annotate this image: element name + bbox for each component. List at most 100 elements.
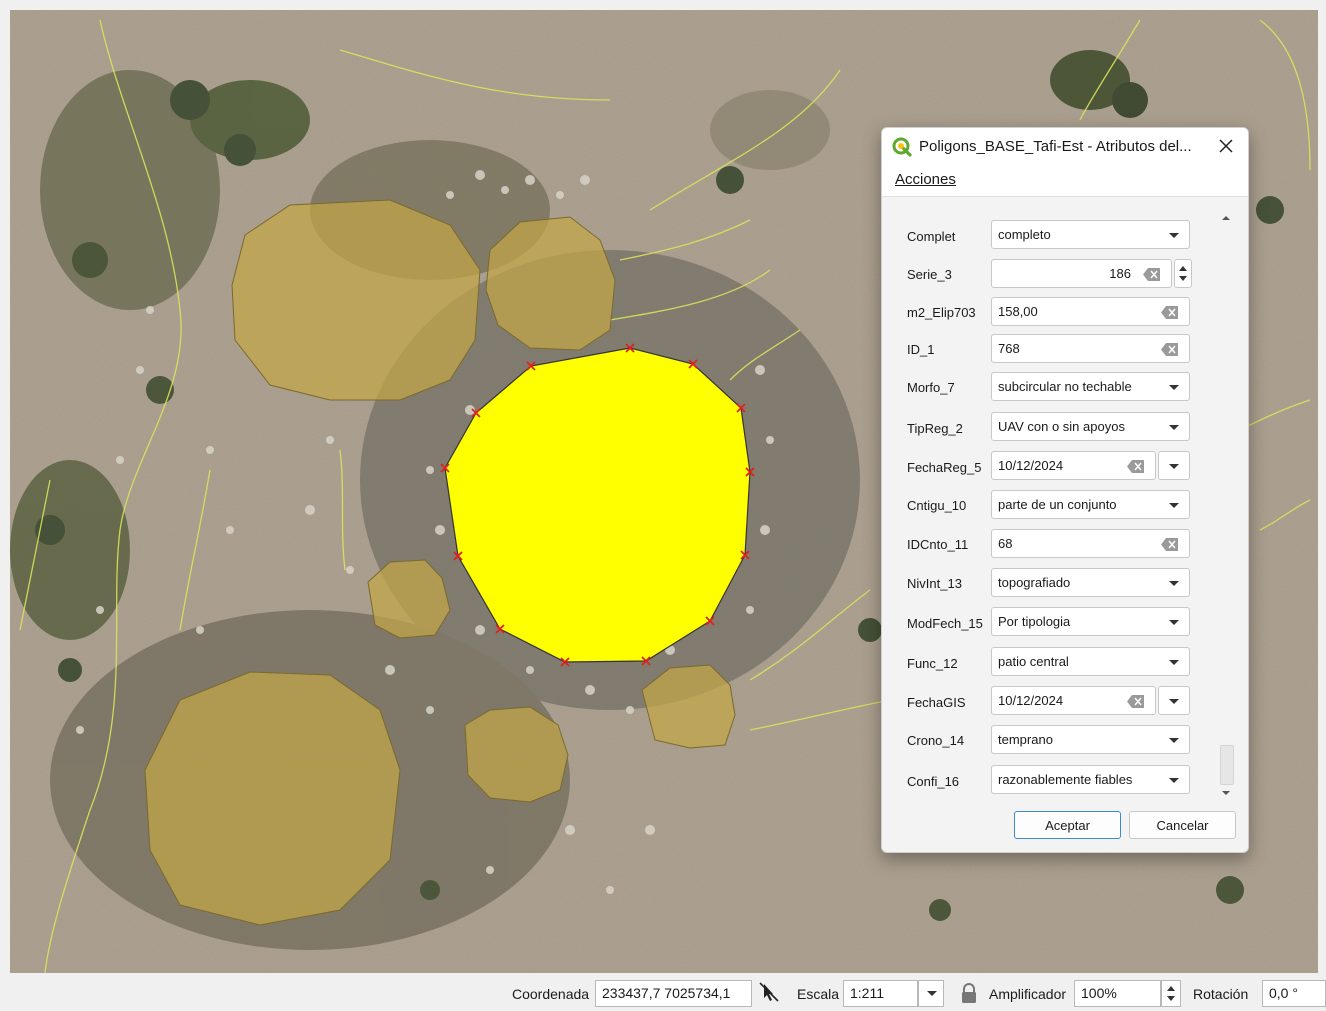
field-value: 186 [1109,266,1131,281]
scale-field[interactable]: 1:211 [843,980,918,1007]
field-value: 68 [998,536,1013,551]
magnifier-field[interactable]: 100% [1074,980,1161,1007]
field-value: 10/12/2024 [998,693,1064,708]
menu-acciones[interactable]: Acciones [895,171,956,188]
m2-elip-input[interactable]: 158,00 [991,297,1190,326]
attribute-dialog[interactable]: Poligons_BASE_Tafi-Est - Atributos del..… [881,127,1249,853]
chevron-down-icon [1169,699,1179,704]
tipreg-combo[interactable]: UAV con o sin apoyos [991,412,1190,441]
ok-button[interactable]: Aceptar [1014,811,1121,839]
idcnto-input[interactable]: 68 [991,529,1190,558]
clear-icon[interactable] [1161,538,1179,551]
status-bar: Coordenada 233437,7 7025734,1 Escala 1:2… [0,973,1326,1011]
field-value: patio central [998,654,1069,669]
complet-combo[interactable]: completo [991,220,1190,249]
scale-dropdown[interactable] [918,980,944,1007]
field-value: parte de un conjunto [998,497,1117,512]
magnifier-label: Amplificador [989,986,1067,1002]
scale-label: Escala [797,986,840,1002]
chevron-down-icon [1169,233,1179,238]
chevron-down-icon [1169,581,1179,586]
field-value: completo [998,227,1051,242]
field-value: topografiado [998,575,1071,590]
field-value: 10/12/2024 [998,458,1064,473]
serie-spinbox[interactable]: 186 [991,259,1172,288]
dialog-titlebar[interactable]: Poligons_BASE_Tafi-Est - Atributos del..… [882,128,1248,166]
lock-icon[interactable] [960,982,978,1004]
field-label: ID_1 [907,342,935,357]
field-value: 158,00 [998,304,1038,319]
polygon-1[interactable] [231,199,481,401]
confi-combo[interactable]: razonablemente fiables [991,765,1190,794]
field-value: subcircular no techable [998,379,1132,394]
scroll-down-icon[interactable] [1219,788,1233,798]
field-label: Confi_16 [907,774,960,789]
coordinate-label: Coordenada [512,986,590,1002]
field-label: FechaGIS [907,695,966,710]
polygon-5[interactable] [464,706,569,803]
rotation-label: Rotación [1193,986,1249,1002]
fechagis-date[interactable]: 10/12/2024 [991,686,1156,715]
coordinate-field[interactable]: 233437,7 7025734,1 [595,980,752,1007]
field-value: razonablemente fiables [998,772,1133,787]
field-label: m2_Elip703 [907,305,976,320]
clear-icon[interactable] [1143,268,1161,281]
field-label: Complet [907,229,956,244]
field-value: temprano [998,732,1053,747]
spin-up-icon[interactable] [1162,981,1180,1006]
clear-icon[interactable] [1127,695,1145,708]
field-label: ModFech_15 [907,616,983,631]
magnifier-spin[interactable] [1161,980,1181,1007]
field-label: Cntigu_10 [907,498,967,513]
window-frame-top [0,0,1326,10]
nivint-combo[interactable]: topografiado [991,568,1190,597]
chevron-down-icon [1169,660,1179,665]
form-scrollbar[interactable] [1219,208,1234,806]
field-value: Por tipologia [998,614,1071,629]
chevron-down-icon [1169,503,1179,508]
field-label: FechaReg_5 [907,460,982,475]
polygon-4[interactable] [144,671,401,926]
field-label: IDCnto_11 [907,537,969,552]
cancel-button[interactable]: Cancelar [1129,811,1236,839]
scroll-up-icon[interactable] [1219,213,1233,223]
dialog-title: Poligons_BASE_Tafi-Est - Atributos del..… [919,138,1192,155]
crono-combo[interactable]: temprano [991,725,1190,754]
rotation-field[interactable]: 0,0 ° [1262,980,1326,1007]
scroll-thumb[interactable] [1220,745,1234,785]
qgis-logo-icon [892,137,912,157]
field-label: Crono_14 [907,733,965,748]
attribute-form: Complet completo Serie_3 186 m2_Elip703 … [884,198,1214,804]
field-label: Morfo_7 [907,380,955,395]
serie-spin-buttons[interactable] [1174,259,1192,288]
dialog-menubar: Acciones [882,166,1248,197]
window-frame-left [0,0,10,1011]
field-label: Func_12 [907,656,958,671]
field-value: UAV con o sin apoyos [998,419,1125,434]
fechareg-date[interactable]: 10/12/2024 [991,451,1156,480]
func-combo[interactable]: patio central [991,647,1190,676]
fechareg-calendar-button[interactable] [1158,451,1190,480]
spin-up-icon[interactable] [1175,260,1191,287]
clear-icon[interactable] [1161,306,1179,319]
chevron-down-icon [1169,778,1179,783]
clear-icon[interactable] [1161,343,1179,356]
close-icon[interactable] [1214,134,1238,158]
mouse-render-icon[interactable] [758,981,780,1005]
field-label: NivInt_13 [907,576,962,591]
clear-icon[interactable] [1127,460,1145,473]
polygon-2[interactable] [485,216,616,351]
chevron-down-icon [1169,738,1179,743]
chevron-down-icon [1169,425,1179,430]
morfo-combo[interactable]: subcircular no techable [991,372,1190,401]
chevron-down-icon [1169,620,1179,625]
field-label: TipReg_2 [907,421,963,436]
id-input[interactable]: 768 [991,334,1190,363]
cntigu-combo[interactable]: parte de un conjunto [991,490,1190,519]
chevron-down-icon [1169,385,1179,390]
modfech-combo[interactable]: Por tipologia [991,607,1190,636]
window-frame-right [1318,0,1326,1011]
chevron-down-icon [927,991,937,996]
field-value: 768 [998,341,1020,356]
fechagis-calendar-button[interactable] [1158,686,1190,715]
